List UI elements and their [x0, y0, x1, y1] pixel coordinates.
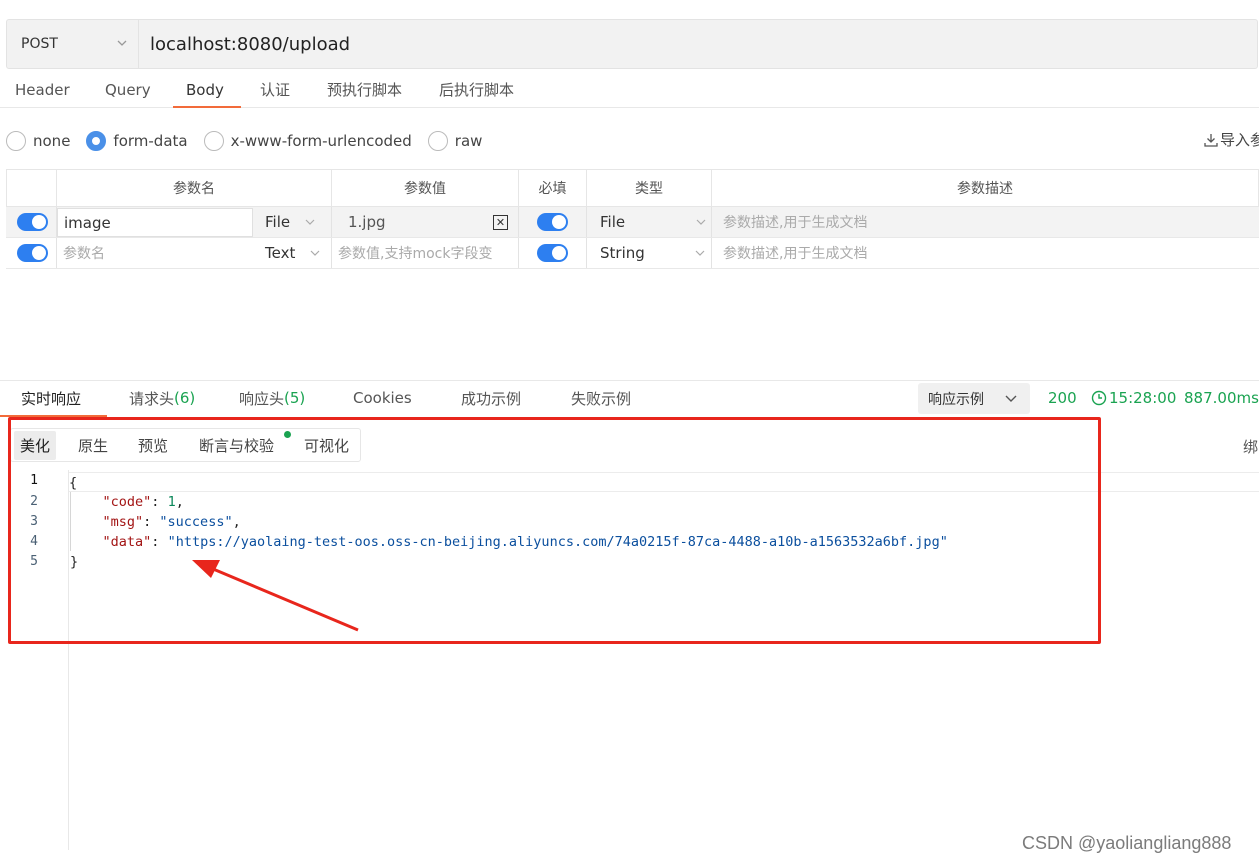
toggle-switch: [17, 213, 48, 231]
tab-label: 实时响应: [21, 389, 82, 408]
param-value-input[interactable]: 参数值,支持mock字段变: [338, 238, 492, 268]
tab-header[interactable]: Header: [15, 72, 70, 107]
type-select[interactable]: String: [600, 238, 706, 268]
method-label: POST: [21, 36, 58, 52]
radio-circle: [203, 131, 224, 151]
chevron-down-icon: [695, 250, 705, 256]
tab-request-headers[interactable]: 请求头 (6): [129, 381, 195, 415]
tab-realtime-response[interactable]: 实时响应: [0, 381, 108, 417]
clear-file-icon: ✕: [493, 214, 508, 230]
input-type-select[interactable]: File: [265, 207, 316, 237]
radio-label: form-data: [113, 132, 188, 150]
toggle-switch: [537, 213, 568, 231]
tab-label: 成功示例: [461, 389, 522, 408]
radio-label: raw: [454, 132, 483, 150]
table-row: 参数名 Text 参数值,支持mock字段变 String 参数描述,用于生成文…: [6, 238, 1259, 269]
params-table-header: 参数名 参数值 必填 类型 参数描述: [6, 169, 1259, 207]
required-toggle[interactable]: [537, 207, 568, 237]
radio-form-data[interactable]: form-data: [86, 131, 188, 151]
tab-cookies[interactable]: Cookies: [353, 381, 412, 415]
header-param-value: 参数值: [332, 170, 519, 206]
header-enable: [7, 170, 57, 206]
download-icon: [1204, 133, 1218, 147]
chevron-down-icon: [1005, 395, 1017, 402]
method-select[interactable]: POST: [7, 20, 139, 68]
tab-query[interactable]: Query: [105, 72, 151, 107]
watermark: CSDN @yaoliangliang888: [1022, 833, 1232, 853]
import-params-button[interactable]: 导入参: [1204, 129, 1259, 150]
tab-success-example[interactable]: 成功示例: [461, 381, 521, 415]
response-time-value: 15:28:00: [1109, 389, 1177, 407]
chevron-down-icon: [696, 219, 706, 225]
tab-label: 响应头: [239, 389, 285, 408]
response-duration: 887.00ms: [1184, 389, 1259, 407]
param-name-input[interactable]: 参数名: [63, 238, 105, 268]
param-value-file[interactable]: 1.jpg: [348, 207, 386, 237]
url-input[interactable]: localhost:8080/upload: [150, 20, 350, 68]
header-description: 参数描述: [957, 181, 1013, 197]
radio-circle-selected: [86, 131, 107, 151]
input-type-select[interactable]: Text: [265, 238, 321, 268]
tab-body[interactable]: Body: [173, 72, 241, 108]
tab-count: (5): [284, 389, 306, 407]
response-tabs: 实时响应 请求头 (6) 响应头 (5) Cookies 成功示例 失败示例 响应示…: [0, 380, 1259, 417]
status-code: 200: [1048, 389, 1077, 407]
chevron-down-icon: [305, 219, 315, 225]
radio-circle: [427, 131, 448, 151]
bind-button[interactable]: 绑: [1243, 436, 1258, 457]
chevron-down-icon: [310, 250, 320, 256]
toggle-switch: [17, 244, 48, 262]
table-row: image File 1.jpg ✕ File 参数描述,用于生成文档: [6, 207, 1259, 238]
arrow-annotation: [192, 560, 359, 632]
chevron-down-icon: [117, 40, 127, 46]
radio-none[interactable]: none: [6, 131, 70, 151]
radio-label: none: [33, 132, 71, 150]
tab-count: (6): [174, 389, 196, 407]
clock-icon: [1091, 390, 1107, 406]
clear-file-button[interactable]: ✕: [493, 207, 508, 237]
response-time: 15:28:00: [1091, 381, 1176, 415]
body-type-radios: none form-data x-www-form-urlencoded raw: [6, 128, 498, 154]
request-url-bar: POST localhost:8080/upload: [6, 19, 1258, 69]
response-example-select[interactable]: 响应示例: [918, 383, 1030, 414]
param-description-input[interactable]: 参数描述,用于生成文档: [723, 238, 867, 268]
param-name-input[interactable]: image: [57, 208, 253, 237]
annotation-highlight-box: [8, 417, 1101, 644]
tab-label: Cookies: [353, 389, 412, 407]
enable-toggle[interactable]: [17, 238, 48, 268]
tab-response-headers[interactable]: 响应头 (5): [239, 381, 305, 415]
radio-label: x-www-form-urlencoded: [230, 132, 412, 150]
tab-post-script[interactable]: 后执行脚本: [439, 72, 514, 107]
tab-label: 请求头: [129, 389, 175, 408]
required-toggle[interactable]: [537, 238, 568, 268]
enable-toggle[interactable]: [17, 207, 48, 237]
request-tabs: Header Query Body 认证 预执行脚本 后执行脚本: [0, 72, 1259, 108]
type-select[interactable]: File: [600, 207, 707, 237]
header-type: 类型: [587, 170, 712, 206]
tab-pre-script[interactable]: 预执行脚本: [327, 72, 402, 107]
input-type-label: Text: [265, 244, 296, 262]
tab-auth[interactable]: 认证: [260, 72, 290, 107]
radio-urlencoded[interactable]: x-www-form-urlencoded: [203, 131, 412, 151]
radio-circle: [6, 131, 26, 151]
params-table: 参数名 参数值 必填 类型 参数描述 image File 1.jpg ✕ Fi…: [6, 169, 1259, 269]
example-select-label: 响应示例: [928, 391, 984, 408]
type-label: String: [600, 244, 645, 262]
input-type-label: File: [265, 213, 291, 231]
header-required: 必填: [519, 170, 587, 206]
tab-failure-example[interactable]: 失败示例: [571, 381, 631, 415]
import-label: 导入参: [1220, 131, 1259, 149]
tab-label: 失败示例: [571, 389, 632, 408]
type-label: File: [600, 213, 626, 231]
header-param-name: 参数名: [57, 170, 332, 206]
radio-raw[interactable]: raw: [427, 131, 483, 151]
param-description-input[interactable]: 参数描述,用于生成文档: [723, 207, 867, 237]
toggle-switch: [537, 244, 568, 262]
